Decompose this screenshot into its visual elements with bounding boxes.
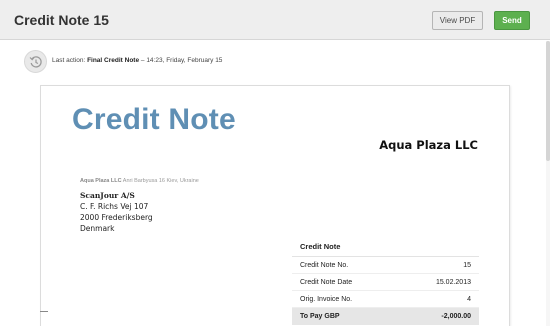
last-action-time: 14:23, Friday, February 15 [146, 57, 223, 64]
fold-mark [40, 311, 48, 312]
sender-line: Aqua Plaza LLC Anri Barbyusa 16 Kiev, Uk… [80, 178, 199, 184]
scrollbar-thumb[interactable] [546, 41, 550, 161]
row-label: Credit Note No. [300, 262, 349, 269]
row-value: 15.02.2013 [435, 279, 471, 286]
page-title: Credit Note 15 [14, 12, 109, 28]
table-row: Orig. Invoice No. 4 [292, 291, 479, 308]
total-label: To Pay GBP [300, 313, 340, 320]
history-icon[interactable] [24, 50, 47, 73]
recipient-name: ScanJour A/S [80, 191, 135, 200]
company-name: Aqua Plaza LLC [379, 138, 478, 152]
last-action-type: Final Credit Note [87, 57, 140, 64]
details-table-heading: Credit Note [292, 237, 479, 257]
view-pdf-button[interactable]: View PDF [432, 11, 483, 30]
recipient-address: ScanJour A/S C. F. Richs Vej 107 2000 Fr… [80, 190, 153, 234]
last-action-prefix: Last action: [52, 57, 86, 64]
top-toolbar: Credit Note 15 View PDF Send [0, 0, 550, 40]
total-row: To Pay GBP -2,000.00 [292, 308, 479, 325]
total-value: -2,000.00 [441, 313, 471, 320]
recipient-country: Denmark [80, 224, 115, 233]
table-row: Credit Note Date 15.02.2013 [292, 274, 479, 291]
table-row: Credit Note No. 15 [292, 257, 479, 274]
recipient-street: C. F. Richs Vej 107 [80, 202, 149, 211]
sender-name: Aqua Plaza LLC [80, 178, 122, 184]
row-value: 4 [467, 296, 471, 303]
sender-address: Anri Barbyusa 16 Kiev, Ukraine [122, 178, 199, 184]
document-heading: Credit Note [72, 103, 236, 136]
send-button[interactable]: Send [494, 11, 530, 30]
last-action-text: Last action: Final Credit Note – 14:23, … [52, 57, 222, 64]
row-label: Orig. Invoice No. [300, 296, 353, 303]
recipient-city: 2000 Frederiksberg [80, 213, 153, 222]
credit-note-details-table: Credit Note Credit Note No. 15 Credit No… [292, 237, 479, 325]
row-value: 15 [463, 262, 471, 269]
row-label: Credit Note Date [300, 279, 353, 286]
